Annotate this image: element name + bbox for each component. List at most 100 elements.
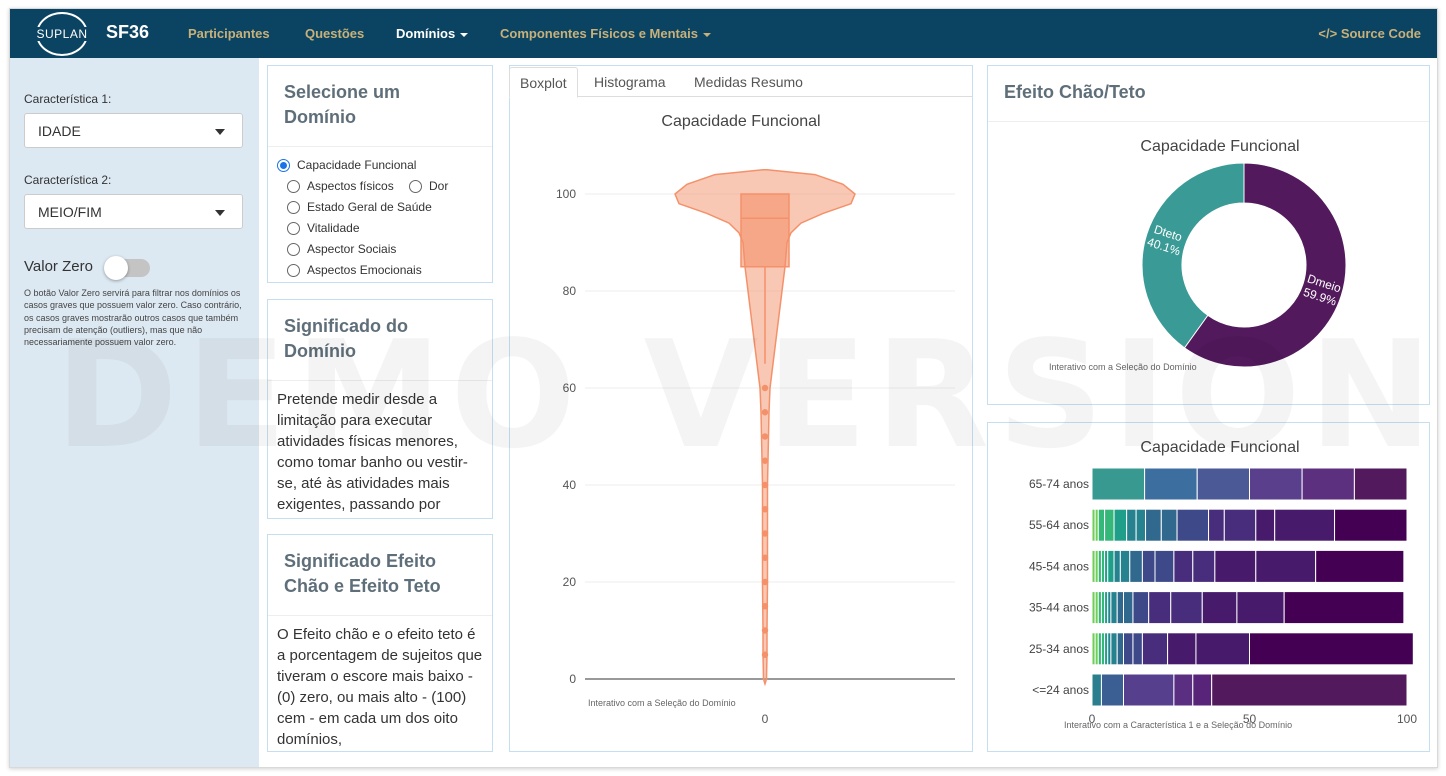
char1-label: Característica 1: — [24, 92, 112, 106]
radio-dor[interactable]: Dor — [409, 179, 448, 193]
x-tick-label: 0 — [762, 712, 769, 726]
bar-segment — [1104, 508, 1115, 542]
bar-segment — [1173, 549, 1194, 583]
bar-segment — [1196, 467, 1251, 501]
outlier-point — [761, 530, 769, 537]
donut-chart[interactable]: Capacidade FuncionalDteto40.1%Dmeio59.9%… — [988, 121, 1429, 371]
tab-medidas-resumo[interactable]: Medidas Resumo — [684, 67, 813, 98]
bar-segment — [1160, 508, 1178, 542]
category-label: 25-34 anos — [1029, 642, 1089, 656]
outlier-point — [761, 409, 769, 416]
category-label: <=24 anos — [1032, 683, 1089, 697]
outlier-point — [761, 433, 769, 440]
bar-segment — [1173, 673, 1194, 707]
bar-segment — [1091, 673, 1102, 707]
nav-questoes[interactable]: Questões — [305, 26, 364, 41]
floor-ceiling-title: Efeito Chão/Teto — [1004, 82, 1146, 102]
bar-segment — [1176, 508, 1210, 542]
toggle-knob[interactable] — [104, 256, 128, 280]
char2-select[interactable]: MEIO/FIM — [24, 194, 243, 229]
bar-segment — [1148, 591, 1172, 625]
y-tick-label: 80 — [563, 284, 577, 298]
char1-value: IDADE — [38, 123, 81, 139]
radio-icon — [287, 179, 300, 193]
nav-componentes[interactable]: Componentes Físicos e Mentais — [500, 26, 711, 41]
y-tick-label: 60 — [563, 381, 577, 395]
navbar: SUPLAN SF36 Participantes Questões Domín… — [10, 9, 1437, 58]
zero-toggle[interactable] — [104, 256, 150, 280]
bar-segment — [1097, 508, 1106, 542]
outlier-point — [761, 554, 769, 561]
radio-aspectos-fisicos[interactable]: Aspectos físicos — [287, 179, 394, 193]
nav-dominios-label: Domínios — [396, 26, 456, 41]
source-code-label: Source Code — [1340, 26, 1421, 41]
radio-label: Vitalidade — [307, 221, 360, 235]
category-label: 45-54 anos — [1029, 559, 1089, 573]
bar-segment — [1192, 673, 1213, 707]
bar-segment — [1135, 508, 1147, 542]
y-tick-label: 100 — [556, 187, 576, 201]
bar-segment — [1141, 549, 1156, 583]
radio-icon — [287, 242, 300, 256]
bar-title: Capacidade Funcional — [1140, 439, 1299, 456]
bar-segment — [1249, 467, 1303, 501]
bar-segment — [1129, 549, 1143, 583]
bar-segment — [1167, 632, 1197, 666]
radio-label: Estado Geral de Saúde — [307, 200, 432, 214]
bar-segment — [1126, 508, 1137, 542]
source-code-link[interactable]: </> Source Code — [1318, 26, 1421, 41]
box-iqr — [740, 193, 790, 268]
radio-label: Aspectos Emocionais — [307, 263, 422, 277]
radio-vitalidade[interactable]: Vitalidade — [287, 221, 360, 235]
donut-title: Capacidade Funcional — [1140, 138, 1299, 155]
bar-segment — [1113, 508, 1128, 542]
violin-chart[interactable]: Capacidade Funcional 0 20 40 60 80 100 0 Interat… — [510, 98, 972, 738]
x-tick-label: 100 — [1397, 712, 1417, 726]
radio-label: Dor — [429, 179, 449, 193]
bar-segment — [1116, 591, 1124, 625]
radio-capacidade-funcional[interactable]: Capacidade Funcional — [277, 158, 416, 172]
app-window: SUPLAN SF36 Participantes Questões Domín… — [9, 8, 1438, 768]
char1-select[interactable]: IDADE — [24, 113, 243, 148]
outlier-point — [761, 627, 769, 634]
nav-participantes[interactable]: Participantes — [188, 26, 270, 41]
radio-estado-geral[interactable]: Estado Geral de Saúde — [287, 200, 432, 214]
domain-meaning-text: Pretende medir desde a limitação para ex… — [277, 391, 468, 513]
stacked-bar-chart[interactable]: Capacidade Funcional 65-74 anos 55-64 anos… — [988, 423, 1429, 735]
nav-dominios[interactable]: Domínios — [396, 26, 469, 41]
bar-segment — [1315, 549, 1405, 583]
interactive-note: Interativo com a Seleção do Domínio — [1049, 362, 1197, 371]
domain-meaning-panel: Significado do Domínio Pretende medir de… — [267, 299, 493, 519]
domain-select-title: Selecione um Domínio — [284, 82, 401, 127]
bar-segment — [1123, 591, 1134, 625]
bar-segment — [1195, 632, 1250, 666]
bar-segment — [1110, 632, 1118, 666]
dropdown-arrow-icon — [215, 129, 225, 135]
outlier-point — [761, 603, 769, 610]
suplan-logo[interactable]: SUPLAN — [34, 12, 90, 56]
bar-segment — [1091, 467, 1146, 501]
bar-segment — [1249, 632, 1414, 666]
tab-boxplot[interactable]: Boxplot — [509, 67, 578, 98]
tab-histograma[interactable]: Histograma — [584, 67, 676, 98]
y-tick-label: 40 — [563, 478, 577, 492]
brand-title[interactable]: SF36 — [106, 22, 149, 43]
radio-icon — [287, 221, 300, 235]
radio-aspectos-emocionais[interactable]: Aspectos Emocionais — [287, 263, 422, 277]
bar-segment — [1192, 549, 1216, 583]
zero-label: Valor Zero — [24, 258, 93, 275]
radio-aspector-sociais[interactable]: Aspector Sociais — [287, 242, 396, 256]
bar-segment — [1283, 591, 1405, 625]
logo-text: SUPLAN — [34, 27, 90, 41]
radio-label: Aspector Sociais — [307, 242, 397, 256]
bar-segment — [1211, 673, 1408, 707]
bar-segment — [1107, 549, 1115, 583]
chevron-down-icon — [702, 32, 711, 37]
nav-componentes-label: Componentes Físicos e Mentais — [500, 26, 698, 41]
bar-segment — [1144, 467, 1198, 501]
interactive-note: Interativo com a Seleção do Domínio — [588, 698, 736, 708]
bar-segment — [1113, 549, 1121, 583]
donut-slice — [1141, 162, 1245, 349]
bar-segment — [1119, 549, 1131, 583]
outlier-point — [761, 457, 769, 464]
